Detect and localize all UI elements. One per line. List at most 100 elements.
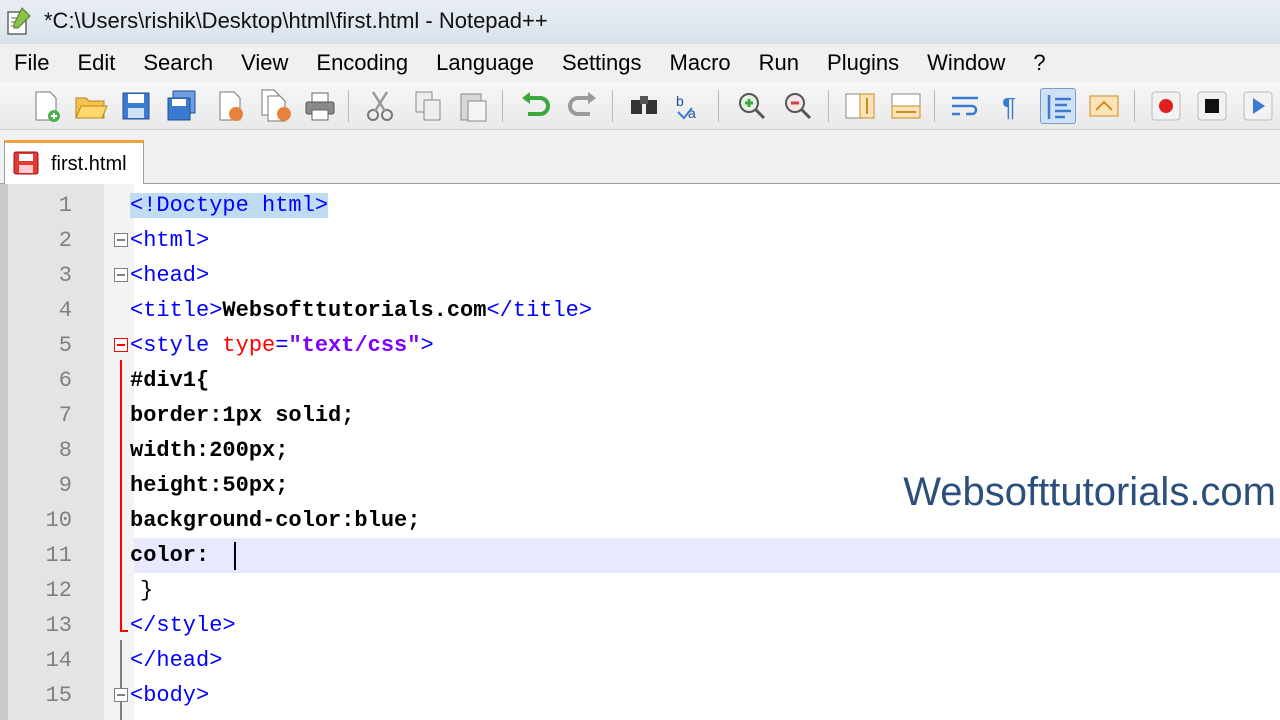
- redo-icon[interactable]: [564, 88, 600, 124]
- string-token: "text/css": [288, 333, 421, 358]
- new-file-icon[interactable]: [28, 88, 64, 124]
- menu-settings[interactable]: Settings: [548, 44, 656, 82]
- menu-help[interactable]: ?: [1019, 44, 1059, 82]
- print-icon[interactable]: [302, 88, 338, 124]
- doctype-token: <!Doctype html>: [130, 193, 329, 218]
- code-line-9: height:50px;: [130, 468, 288, 503]
- copy-icon[interactable]: [410, 88, 446, 124]
- line-number: 4: [58, 298, 72, 323]
- toolbar-separator: [348, 90, 349, 122]
- toolbar-separator: [718, 90, 719, 122]
- code-line-13: </style>: [130, 608, 236, 643]
- code-line-10: background-color:blue;: [130, 503, 420, 538]
- watermark-text: Websofttutorials.com: [903, 470, 1276, 514]
- menu-run[interactable]: Run: [745, 44, 813, 82]
- toolbar-separator: [1134, 90, 1135, 122]
- cut-icon[interactable]: [362, 88, 398, 124]
- attribute-token: type: [222, 333, 276, 358]
- line-number: 10: [45, 508, 72, 533]
- undo-icon[interactable]: [518, 88, 554, 124]
- fold-range-line: [120, 640, 122, 720]
- menu-language[interactable]: Language: [422, 44, 548, 82]
- line-number: 13: [45, 613, 72, 638]
- line-number: 15: [45, 683, 72, 708]
- code-line-8: width:200px;: [130, 433, 288, 468]
- toolbar-separator: [612, 90, 613, 122]
- line-number: 3: [58, 263, 72, 288]
- tag-token: </style>: [130, 613, 236, 638]
- notepadpp-app-icon[interactable]: [4, 6, 32, 36]
- toolbar-separator: [828, 90, 829, 122]
- css-rule-token: color:: [130, 543, 210, 568]
- indent-guide-icon[interactable]: [1040, 88, 1076, 124]
- fold-range-end: [120, 630, 128, 632]
- tag-token: <body>: [130, 683, 210, 708]
- open-file-icon[interactable]: [72, 88, 108, 124]
- modified-file-icon: [13, 151, 39, 175]
- title-bar: *C:\Users\rishik\Desktop\html\first.html…: [0, 0, 1280, 44]
- menu-bar: File Edit Search View Encoding Language …: [0, 44, 1280, 82]
- sync-vertical-icon[interactable]: [842, 88, 878, 124]
- menu-edit[interactable]: Edit: [63, 44, 129, 82]
- code-line-14: </head>: [130, 643, 222, 678]
- fold-toggle-body[interactable]: [114, 688, 128, 702]
- tag-token: <style: [130, 333, 223, 358]
- save-all-icon[interactable]: [164, 88, 200, 124]
- close-all-icon[interactable]: [258, 88, 294, 124]
- stop-recording-icon[interactable]: [1194, 88, 1230, 124]
- toolbar-separator: [934, 90, 935, 122]
- fold-toggle-html[interactable]: [114, 233, 128, 247]
- window-title: *C:\Users\rishik\Desktop\html\first.html…: [44, 8, 548, 33]
- tag-token: </title>: [486, 298, 593, 323]
- line-number: 12: [45, 578, 72, 603]
- line-number: 6: [58, 368, 72, 393]
- line-number: 7: [58, 403, 72, 428]
- code-line-5: <style type="text/css">: [130, 328, 434, 363]
- sync-horizontal-icon[interactable]: [888, 88, 924, 124]
- code-line-15: <body>: [130, 678, 209, 713]
- tag-token: <html>: [130, 228, 210, 253]
- code-editor[interactable]: 1 2 3 4 5 6 7 8 9 10 11 12 13 14 15 <!Do…: [0, 184, 1280, 720]
- menu-search[interactable]: Search: [129, 44, 227, 82]
- css-rule-token: border:1px solid;: [130, 403, 355, 428]
- fold-range-style: [120, 360, 122, 632]
- code-line-6: #div1{: [130, 363, 209, 398]
- menu-file[interactable]: File: [0, 44, 63, 82]
- code-line-12: }: [130, 573, 153, 608]
- play-macro-icon[interactable]: [1240, 88, 1276, 124]
- tag-token: <title>: [130, 298, 223, 323]
- line-number-gutter: 1 2 3 4 5 6 7 8 9 10 11 12 13 14 15: [8, 184, 104, 720]
- tag-token: <head>: [130, 263, 210, 288]
- tab-first-html[interactable]: first.html: [4, 140, 144, 184]
- fold-toggle-style[interactable]: [114, 338, 128, 352]
- code-line-2: <html>: [130, 223, 209, 258]
- code-line-4: <title>Websofttutorials.com</title>: [130, 293, 592, 328]
- user-language-icon[interactable]: [1086, 88, 1122, 124]
- show-all-characters-icon[interactable]: ¶: [994, 88, 1030, 124]
- menu-encoding[interactable]: Encoding: [302, 44, 422, 82]
- code-line-1: <!Doctype html>: [130, 188, 329, 223]
- menu-view[interactable]: View: [227, 44, 302, 82]
- css-rule-token: width:200px;: [130, 438, 289, 463]
- close-icon[interactable]: [212, 88, 248, 124]
- replace-icon[interactable]: ba: [672, 88, 708, 124]
- css-rule-token: background-color:blue;: [130, 508, 421, 533]
- menu-macro[interactable]: Macro: [656, 44, 745, 82]
- code-line-11: color:: [130, 538, 209, 573]
- menu-plugins[interactable]: Plugins: [813, 44, 913, 82]
- line-number: 2: [58, 228, 72, 253]
- save-icon[interactable]: [118, 88, 154, 124]
- toolbar: ba ¶: [0, 82, 1280, 130]
- menu-window[interactable]: Window: [913, 44, 1019, 82]
- tab-bar: first.html: [0, 130, 1280, 184]
- zoom-in-icon[interactable]: [734, 88, 770, 124]
- fold-toggle-head[interactable]: [114, 268, 128, 282]
- record-macro-icon[interactable]: [1148, 88, 1184, 124]
- find-icon[interactable]: [626, 88, 662, 124]
- code-line-3: <head>: [130, 258, 209, 293]
- zoom-out-icon[interactable]: [780, 88, 816, 124]
- word-wrap-icon[interactable]: [948, 88, 984, 124]
- paste-icon[interactable]: [456, 88, 492, 124]
- text-caret: [234, 542, 236, 570]
- line-number: 9: [58, 473, 72, 498]
